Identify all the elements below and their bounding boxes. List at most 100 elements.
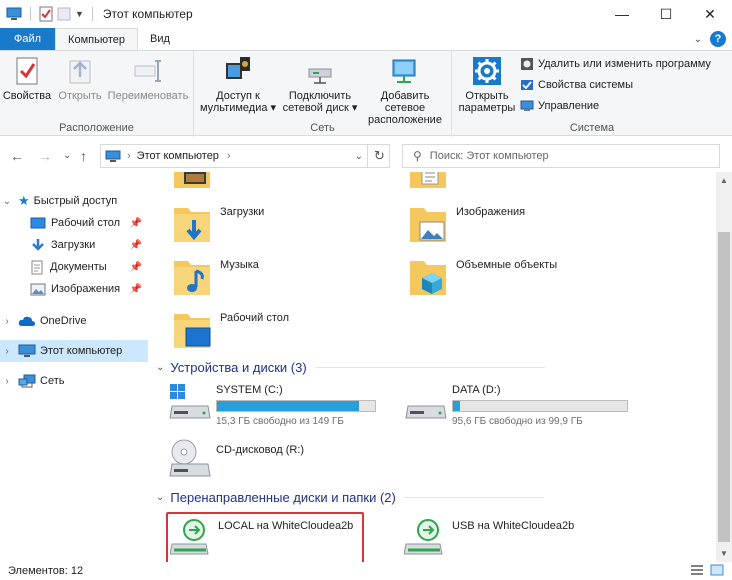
scroll-thumb[interactable] <box>718 232 730 542</box>
desktop-icon <box>30 217 46 229</box>
qat-separator <box>30 7 31 21</box>
section-redirected[interactable]: ⌄ Перенаправленные диски и папки (2) <box>156 490 544 505</box>
recent-chevron-icon[interactable]: ⌄ <box>63 150 71 161</box>
help-icon[interactable]: ? <box>710 31 726 47</box>
search-input[interactable]: Поиск: Этот компьютер <box>430 150 549 162</box>
window-title: Этот компьютер <box>102 7 193 21</box>
media-access-button[interactable]: Доступ к мультимедиа ▾ <box>198 55 278 114</box>
drive-d[interactable]: DATA (D:) 95,6 ГБ свободно из 99,9 ГБ <box>404 380 634 430</box>
open-settings-label-2: параметры <box>458 102 516 114</box>
group-system: Открыть параметры Удалить или изменить п… <box>452 51 732 137</box>
folder-3d-objects[interactable]: Объемные объекты <box>408 255 557 297</box>
close-button[interactable]: ✕ <box>688 0 732 28</box>
new-folder-qat-icon[interactable] <box>57 6 71 22</box>
open-button[interactable]: Открыть <box>56 55 104 102</box>
forward-arrow-icon[interactable]: → <box>38 148 52 164</box>
refresh-icon[interactable]: ↻ <box>367 145 391 167</box>
drive-d-free-space: 95,6 ГБ свободно из 99,9 ГБ <box>452 416 583 427</box>
section-collapse-icon[interactable]: ⌄ <box>156 362 164 373</box>
section-divider <box>403 497 544 498</box>
section-devices[interactable]: ⌄ Устройства и диски (3) <box>156 360 545 375</box>
network-drive-icon <box>308 68 332 84</box>
drive-r[interactable]: CD-дисковод (R:) <box>168 436 398 480</box>
pin-icon[interactable]: 📌 <box>130 240 142 251</box>
open-icon <box>69 60 91 84</box>
title-bar: ▼ Этот компьютер — ☐ ✕ <box>0 0 732 28</box>
drive-c[interactable]: SYSTEM (C:) 15,3 ГБ свободно из 149 ГБ <box>168 380 398 430</box>
address-dropdown-icon[interactable]: ⌄ <box>355 151 363 162</box>
manage-button[interactable]: Управление <box>520 99 599 113</box>
address-bar[interactable]: › Этот компьютер › ⌄ ↻ <box>100 144 390 168</box>
nav-this-pc[interactable]: › Этот компьютер <box>0 340 148 362</box>
redirected-local[interactable]: LOCAL на WhiteCloudea2b <box>170 516 360 560</box>
drive-r-label: CD-дисковод (R:) <box>216 444 305 456</box>
tab-computer[interactable]: Компьютер <box>55 28 138 50</box>
properties-button[interactable]: Свойства <box>3 55 51 102</box>
back-arrow-icon[interactable]: ← <box>10 148 24 164</box>
scroll-up-icon[interactable]: ▲ <box>716 176 732 185</box>
up-arrow-icon[interactable]: ↑ <box>80 148 87 164</box>
folder-video-partial[interactable] <box>172 172 212 190</box>
folder-documents-partial[interactable] <box>408 172 448 190</box>
nav-network[interactable]: › Сеть <box>0 370 148 392</box>
group-system-label: Система <box>569 122 615 134</box>
pin-icon[interactable]: 📌 <box>130 262 142 273</box>
system-properties-button[interactable]: Свойства системы <box>520 78 633 92</box>
folder-pictures[interactable]: Изображения <box>408 202 525 244</box>
ribbon: Свойства Открыть Переименовать Расположе… <box>0 50 732 137</box>
qat-dropdown-icon[interactable]: ▼ <box>75 9 84 19</box>
vertical-scrollbar[interactable]: ▲ ▼ <box>716 172 732 562</box>
search-icon: ⚲ <box>413 149 422 163</box>
tab-file[interactable]: Файл <box>0 28 56 50</box>
section-collapse-icon[interactable]: ⌄ <box>156 492 164 503</box>
nav-documents[interactable]: Документы 📌 <box>0 256 148 278</box>
rename-button[interactable]: Переименовать <box>108 55 188 102</box>
redirected-drive-icon <box>404 519 443 555</box>
collapse-chevron-icon[interactable]: › <box>0 316 14 327</box>
folder-3d-objects-label: Объемные объекты <box>456 259 558 271</box>
maximize-button[interactable]: ☐ <box>644 0 688 28</box>
minimize-button[interactable]: — <box>600 0 644 28</box>
nav-pictures[interactable]: Изображения 📌 <box>0 278 148 300</box>
expand-chevron-icon[interactable]: ⌄ <box>0 196 14 207</box>
nav-desktop[interactable]: Рабочий стол 📌 <box>0 212 148 234</box>
large-icons-view-icon[interactable] <box>710 564 724 576</box>
nav-onedrive[interactable]: › OneDrive <box>0 310 148 332</box>
ribbon-collapse-icon[interactable]: ⌄ <box>694 34 702 45</box>
search-box[interactable]: ⚲ Поиск: Этот компьютер <box>402 144 720 168</box>
folder-downloads[interactable]: Загрузки <box>172 202 264 244</box>
this-pc-icon <box>6 7 22 20</box>
pin-icon[interactable]: 📌 <box>130 284 142 295</box>
rename-label: Переименовать <box>107 90 189 102</box>
add-network-location-icon <box>392 59 416 83</box>
map-drive-label-2: сетевой диск ▾ <box>282 102 358 114</box>
properties-qat-icon[interactable] <box>39 6 53 22</box>
document-icon <box>31 260 43 274</box>
folder-desktop[interactable]: Рабочий стол <box>172 308 289 350</box>
redirected-usb[interactable]: USB на WhiteCloudea2b <box>404 516 624 560</box>
open-settings-button[interactable]: Открыть параметры <box>456 55 518 114</box>
collapse-chevron-icon[interactable]: › <box>0 346 14 357</box>
media-label-1: Доступ к <box>216 90 260 102</box>
breadcrumb-separator-icon[interactable]: › <box>127 150 131 162</box>
nav-quick-access[interactable]: ⌄ ★ Быстрый доступ <box>0 190 148 212</box>
collapse-chevron-icon[interactable]: › <box>0 376 14 387</box>
folder-music[interactable]: Музыка <box>172 255 259 297</box>
redirected-local-label: LOCAL на WhiteCloudea2b <box>218 520 354 532</box>
pin-icon[interactable]: 📌 <box>130 218 142 229</box>
nav-downloads[interactable]: Загрузки 📌 <box>0 234 148 256</box>
group-network: Доступ к мультимедиа ▾ Подключить сетево… <box>194 51 452 137</box>
breadcrumb-this-pc[interactable]: Этот компьютер <box>137 150 219 162</box>
windows-drive-icon <box>169 384 211 419</box>
breadcrumb-chevron-icon[interactable]: › <box>227 150 231 162</box>
uninstall-icon <box>521 58 533 70</box>
details-view-icon[interactable] <box>690 564 704 576</box>
tab-view[interactable]: Вид <box>138 28 182 50</box>
add-network-location-button[interactable]: Добавить сетевое расположение <box>360 55 450 126</box>
uninstall-program-button[interactable]: Удалить или изменить программу <box>520 57 711 71</box>
pictures-icon <box>30 283 46 295</box>
map-drive-button[interactable]: Подключить сетевой диск ▾ <box>280 55 360 114</box>
manage-icon <box>520 100 534 111</box>
scroll-down-icon[interactable]: ▼ <box>716 549 732 558</box>
media-icon <box>226 57 250 79</box>
